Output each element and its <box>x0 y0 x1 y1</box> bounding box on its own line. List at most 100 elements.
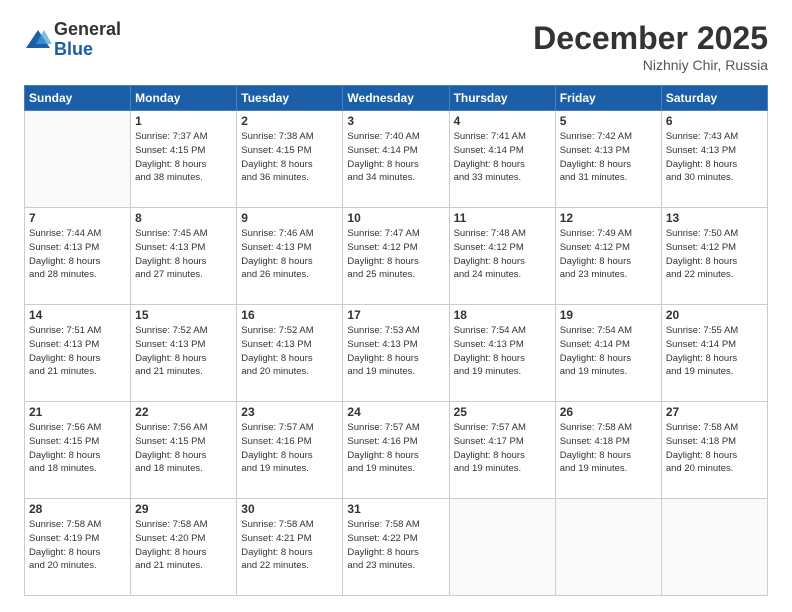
logo-icon <box>24 26 52 54</box>
sun-info: Sunrise: 7:58 AMSunset: 4:18 PMDaylight:… <box>560 421 657 476</box>
calendar-cell: 4 Sunrise: 7:41 AMSunset: 4:14 PMDaylight… <box>449 111 555 208</box>
page: General Blue December 2025 Nizhniy Chir,… <box>0 0 792 612</box>
location: Nizhniy Chir, Russia <box>533 57 768 73</box>
day-number: 8 <box>135 211 232 225</box>
calendar-header: SundayMondayTuesdayWednesdayThursdayFrid… <box>25 86 768 111</box>
day-number: 15 <box>135 308 232 322</box>
sun-info: Sunrise: 7:49 AMSunset: 4:12 PMDaylight:… <box>560 227 657 282</box>
day-header-monday: Monday <box>131 86 237 111</box>
sun-info: Sunrise: 7:37 AMSunset: 4:15 PMDaylight:… <box>135 130 232 185</box>
calendar-cell: 20 Sunrise: 7:55 AMSunset: 4:14 PMDayligh… <box>661 305 767 402</box>
calendar-cell: 13Sunrise: 7:50 AMSunset: 4:12 PMDayligh… <box>661 208 767 305</box>
title-area: December 2025 Nizhniy Chir, Russia <box>533 20 768 73</box>
day-number: 26 <box>560 405 657 419</box>
day-number: 16 <box>241 308 338 322</box>
sun-info: Sunrise: 7:58 AMSunset: 4:18 PMDaylight:… <box>666 421 763 476</box>
sun-info: Sunrise: 7:45 AMSunset: 4:13 PMDaylight:… <box>135 227 232 282</box>
sun-info: Sunrise: 7:58 AMSunset: 4:22 PMDaylight:… <box>347 518 444 573</box>
day-number: 12 <box>560 211 657 225</box>
day-number: 23 <box>241 405 338 419</box>
sun-info: Sunrise: 7:56 AMSunset: 4:15 PMDaylight:… <box>135 421 232 476</box>
day-header-friday: Friday <box>555 86 661 111</box>
sun-info: Sunrise: 7:55 AMSunset: 4:14 PMDaylight:… <box>666 324 763 379</box>
logo-blue: Blue <box>54 40 121 60</box>
calendar-cell: 2Sunrise: 7:38 AMSunset: 4:15 PMDaylight… <box>237 111 343 208</box>
logo-general: General <box>54 20 121 40</box>
sun-info: Sunrise: 7:41 AMSunset: 4:14 PMDaylight:… <box>454 130 551 185</box>
day-number: 27 <box>666 405 763 419</box>
day-number: 9 <box>241 211 338 225</box>
calendar-cell: 12 Sunrise: 7:49 AMSunset: 4:12 PMDayligh… <box>555 208 661 305</box>
calendar-cell: 23 Sunrise: 7:57 AMSunset: 4:16 PMDayligh… <box>237 402 343 499</box>
day-number: 29 <box>135 502 232 516</box>
day-header-thursday: Thursday <box>449 86 555 111</box>
day-header-saturday: Saturday <box>661 86 767 111</box>
day-header-wednesday: Wednesday <box>343 86 449 111</box>
calendar-cell: 9Sunrise: 7:46 AMSunset: 4:13 PMDaylight… <box>237 208 343 305</box>
calendar-cell: 22 Sunrise: 7:56 AMSunset: 4:15 PMDayligh… <box>131 402 237 499</box>
day-number: 6 <box>666 114 763 128</box>
sun-info: Sunrise: 7:56 AMSunset: 4:15 PMDaylight:… <box>29 421 126 476</box>
day-number: 31 <box>347 502 444 516</box>
calendar-cell: 31 Sunrise: 7:58 AMSunset: 4:22 PMDayligh… <box>343 499 449 596</box>
day-number: 22 <box>135 405 232 419</box>
calendar-cell <box>25 111 131 208</box>
day-number: 7 <box>29 211 126 225</box>
sun-info: Sunrise: 7:54 AMSunset: 4:13 PMDaylight:… <box>454 324 551 379</box>
sun-info: Sunrise: 7:43 AMSunset: 4:13 PMDaylight:… <box>666 130 763 185</box>
sun-info: Sunrise: 7:40 AMSunset: 4:14 PMDaylight:… <box>347 130 444 185</box>
logo: General Blue <box>24 20 121 60</box>
sun-info: Sunrise: 7:44 AMSunset: 4:13 PMDaylight:… <box>29 227 126 282</box>
calendar-cell: 26 Sunrise: 7:58 AMSunset: 4:18 PMDayligh… <box>555 402 661 499</box>
calendar-cell <box>555 499 661 596</box>
day-number: 18 <box>454 308 551 322</box>
day-number: 28 <box>29 502 126 516</box>
day-number: 3 <box>347 114 444 128</box>
header: General Blue December 2025 Nizhniy Chir,… <box>24 20 768 73</box>
day-number: 14 <box>29 308 126 322</box>
calendar-cell: 17Sunrise: 7:53 AMSunset: 4:13 PMDayligh… <box>343 305 449 402</box>
calendar-cell: 11Sunrise: 7:48 AMSunset: 4:12 PMDayligh… <box>449 208 555 305</box>
calendar-cell: 18 Sunrise: 7:54 AMSunset: 4:13 PMDayligh… <box>449 305 555 402</box>
calendar-cell <box>449 499 555 596</box>
calendar-cell: 6 Sunrise: 7:43 AMSunset: 4:13 PMDaylight… <box>661 111 767 208</box>
calendar-week-1: 1 Sunrise: 7:37 AMSunset: 4:15 PMDaylight… <box>25 111 768 208</box>
calendar: SundayMondayTuesdayWednesdayThursdayFrid… <box>24 85 768 596</box>
calendar-cell: 29 Sunrise: 7:58 AMSunset: 4:20 PMDayligh… <box>131 499 237 596</box>
sun-info: Sunrise: 7:52 AMSunset: 4:13 PMDaylight:… <box>241 324 338 379</box>
sun-info: Sunrise: 7:48 AMSunset: 4:12 PMDaylight:… <box>454 227 551 282</box>
day-number: 20 <box>666 308 763 322</box>
calendar-cell: 5Sunrise: 7:42 AMSunset: 4:13 PMDaylight… <box>555 111 661 208</box>
calendar-cell: 3 Sunrise: 7:40 AMSunset: 4:14 PMDaylight… <box>343 111 449 208</box>
day-number: 21 <box>29 405 126 419</box>
sun-info: Sunrise: 7:54 AMSunset: 4:14 PMDaylight:… <box>560 324 657 379</box>
logo-text: General Blue <box>54 20 121 60</box>
day-header-tuesday: Tuesday <box>237 86 343 111</box>
header-row: SundayMondayTuesdayWednesdayThursdayFrid… <box>25 86 768 111</box>
day-number: 30 <box>241 502 338 516</box>
day-number: 19 <box>560 308 657 322</box>
day-number: 4 <box>454 114 551 128</box>
day-number: 2 <box>241 114 338 128</box>
calendar-cell: 30Sunrise: 7:58 AMSunset: 4:21 PMDayligh… <box>237 499 343 596</box>
day-number: 1 <box>135 114 232 128</box>
sun-info: Sunrise: 7:57 AMSunset: 4:16 PMDaylight:… <box>241 421 338 476</box>
calendar-cell: 16 Sunrise: 7:52 AMSunset: 4:13 PMDayligh… <box>237 305 343 402</box>
day-number: 25 <box>454 405 551 419</box>
sun-info: Sunrise: 7:58 AMSunset: 4:19 PMDaylight:… <box>29 518 126 573</box>
sun-info: Sunrise: 7:52 AMSunset: 4:13 PMDaylight:… <box>135 324 232 379</box>
month-title: December 2025 <box>533 20 768 57</box>
sun-info: Sunrise: 7:51 AMSunset: 4:13 PMDaylight:… <box>29 324 126 379</box>
day-number: 24 <box>347 405 444 419</box>
sun-info: Sunrise: 7:58 AMSunset: 4:20 PMDaylight:… <box>135 518 232 573</box>
calendar-cell: 21 Sunrise: 7:56 AMSunset: 4:15 PMDayligh… <box>25 402 131 499</box>
sun-info: Sunrise: 7:57 AMSunset: 4:16 PMDaylight:… <box>347 421 444 476</box>
sun-info: Sunrise: 7:47 AMSunset: 4:12 PMDaylight:… <box>347 227 444 282</box>
day-number: 17 <box>347 308 444 322</box>
calendar-cell: 24 Sunrise: 7:57 AMSunset: 4:16 PMDayligh… <box>343 402 449 499</box>
sun-info: Sunrise: 7:42 AMSunset: 4:13 PMDaylight:… <box>560 130 657 185</box>
calendar-week-5: 28 Sunrise: 7:58 AMSunset: 4:19 PMDayligh… <box>25 499 768 596</box>
calendar-cell: 19 Sunrise: 7:54 AMSunset: 4:14 PMDayligh… <box>555 305 661 402</box>
calendar-cell: 8 Sunrise: 7:45 AMSunset: 4:13 PMDaylight… <box>131 208 237 305</box>
calendar-week-3: 14 Sunrise: 7:51 AMSunset: 4:13 PMDayligh… <box>25 305 768 402</box>
